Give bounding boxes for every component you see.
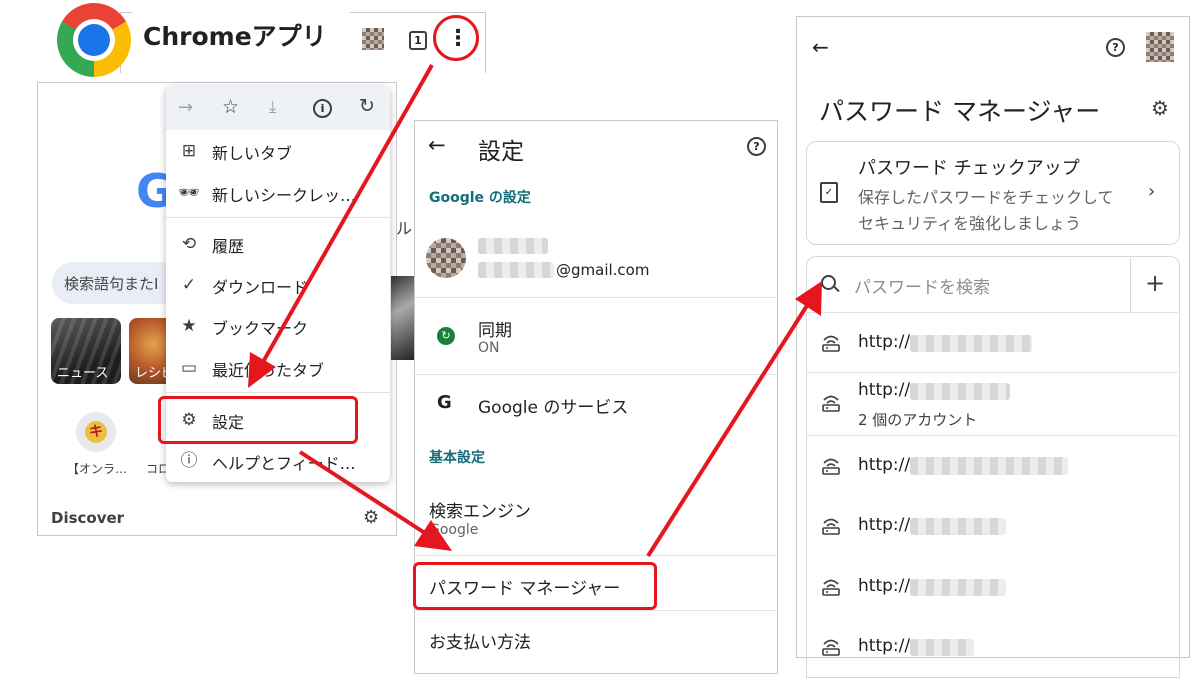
annotation-arrows (248, 64, 822, 558)
arrow-head (248, 352, 276, 388)
arrow-password-manager-to-list (646, 302, 810, 558)
arrow-head (414, 520, 452, 551)
arrow-menu-to-settings (261, 64, 434, 363)
arrow-head (795, 281, 822, 316)
arrow-settings-to-password-manager (298, 450, 430, 537)
